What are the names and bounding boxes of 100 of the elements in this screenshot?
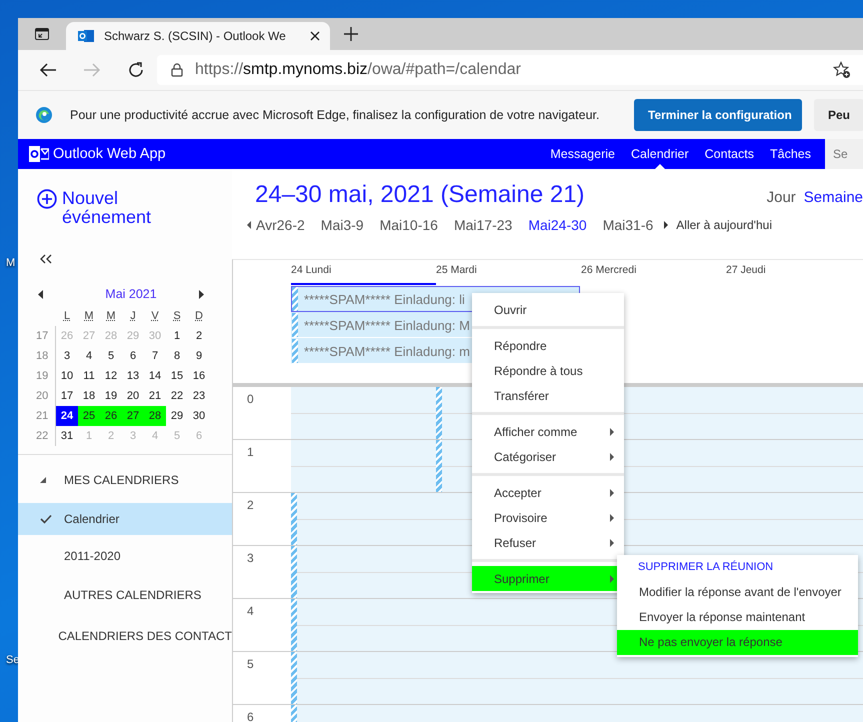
infobar-message: Pour une productivité accrue avec Microsoft Edge, finalisez la configuration de votre navigateur. xyxy=(70,108,600,122)
day-header[interactable]: 27 Jeudi xyxy=(726,260,863,285)
time-slot[interactable] xyxy=(726,652,863,704)
day-cell[interactable]: 12 xyxy=(100,366,122,386)
calendar-list-item[interactable]: CALENDRIERS DES CONTACT xyxy=(18,618,232,654)
menu-item[interactable]: Transférer xyxy=(472,383,624,408)
menu-item[interactable]: Afficher comme xyxy=(472,419,624,444)
day-cell[interactable]: 26 xyxy=(100,406,122,426)
day-cell[interactable]: 22 xyxy=(166,386,188,406)
day-cell[interactable]: 18 xyxy=(78,386,100,406)
day-cell[interactable]: 13 xyxy=(122,366,144,386)
menu-item[interactable]: Refuser xyxy=(472,530,624,555)
mail-app-icon xyxy=(78,28,94,44)
new-tab-icon[interactable] xyxy=(344,27,358,41)
infobar-button[interactable]: Peu xyxy=(814,99,863,131)
calendar-list-item[interactable]: AUTRES CALENDRIERS xyxy=(18,577,232,613)
day-cell[interactable]: 19 xyxy=(100,386,122,406)
day-cell[interactable]: 11 xyxy=(78,366,100,386)
weekday-label: D xyxy=(194,309,204,324)
day-cell[interactable]: 10 xyxy=(56,366,78,386)
day-cell[interactable]: 24 xyxy=(56,406,78,426)
address-field[interactable]: https://smtp.mynoms.biz/owa/#path=/calendar xyxy=(157,55,863,85)
day-cell[interactable]: 17 xyxy=(56,386,78,406)
nav-link[interactable]: Tâches xyxy=(770,139,811,169)
new-event-link[interactable]: Nouvel événement xyxy=(62,189,172,227)
day-cell[interactable]: 28 xyxy=(144,406,166,426)
view-tab[interactable]: Semaine xyxy=(804,189,863,206)
infobar-button[interactable]: Terminer la configuration xyxy=(634,99,802,131)
close-icon[interactable] xyxy=(310,31,320,41)
nav-link[interactable]: Contacts xyxy=(704,139,754,169)
browser-logo-icon xyxy=(35,106,53,124)
time-slot[interactable] xyxy=(726,493,863,545)
menu-item[interactable]: Catégoriser xyxy=(472,444,624,469)
weekday-label: J xyxy=(129,309,137,324)
previous-week-icon[interactable] xyxy=(247,221,251,229)
time-slot[interactable] xyxy=(726,387,863,439)
week-link[interactable]: Mai24-30 xyxy=(528,217,587,233)
day-cell[interactable]: 31 xyxy=(56,426,78,446)
week-link[interactable]: Avr26-2 xyxy=(256,217,305,233)
day-cell[interactable]: 27 xyxy=(122,406,144,426)
previous-month-icon[interactable] xyxy=(38,290,43,298)
favorite-star-icon[interactable] xyxy=(833,61,851,79)
menu-item[interactable]: Ne pas envoyer la réponse xyxy=(617,630,858,655)
weekday-label: V xyxy=(150,309,160,324)
next-month-icon[interactable] xyxy=(199,290,204,298)
day-cell[interactable]: 1 xyxy=(166,326,188,346)
view-tab[interactable]: Jour xyxy=(766,189,796,206)
menu-item[interactable]: Envoyer la réponse maintenant xyxy=(617,605,858,630)
time-slot[interactable] xyxy=(291,546,436,598)
calendar-list-item[interactable]: Calendrier xyxy=(18,503,232,535)
day-cell[interactable]: 2 xyxy=(188,326,210,346)
day-header[interactable]: 25 Mardi xyxy=(436,260,581,285)
time-slot[interactable] xyxy=(291,440,436,492)
day-cell[interactable]: 23 xyxy=(188,386,210,406)
day-cell[interactable]: 4 xyxy=(78,346,100,366)
desktop-icon-label[interactable]: Se xyxy=(6,654,20,666)
day-cell[interactable]: 16 xyxy=(188,366,210,386)
week-link[interactable]: Mai3-9 xyxy=(320,217,364,233)
today-link[interactable]: Aller à aujourd'hui xyxy=(676,218,772,232)
collapse-icon[interactable] xyxy=(40,254,52,264)
day-cell[interactable]: 7 xyxy=(144,346,166,366)
nav-link[interactable]: Calendrier xyxy=(630,139,689,169)
search-field[interactable]: Se xyxy=(825,139,863,169)
time-slot[interactable] xyxy=(291,652,436,704)
desktop-icon-label[interactable]: M xyxy=(6,257,16,269)
nav-link[interactable]: Messagerie xyxy=(550,139,615,169)
week-link[interactable]: Mai31-6 xyxy=(602,217,654,233)
time-slot[interactable] xyxy=(291,599,436,651)
day-header[interactable]: 26 Mercredi xyxy=(581,260,726,285)
submenu-heading: SUPPRIMER LA RÉUNION xyxy=(637,560,774,575)
day-cell[interactable]: 6 xyxy=(122,346,144,366)
week-number: 18 xyxy=(36,346,56,366)
week-link[interactable]: Mai10-16 xyxy=(380,217,438,233)
day-cell[interactable]: 9 xyxy=(188,346,210,366)
expanded-triangle-icon[interactable] xyxy=(40,477,46,483)
weekday-label: M xyxy=(105,309,117,324)
day-cell[interactable]: 29 xyxy=(166,406,188,426)
week-title: 24–30 mai, 2021 (Semaine 21) xyxy=(255,181,585,209)
tab-actions-icon[interactable] xyxy=(34,26,50,42)
day-cell[interactable]: 8 xyxy=(166,346,188,366)
day-cell[interactable]: 3 xyxy=(56,346,78,366)
time-slot[interactable] xyxy=(291,387,436,439)
day-cell[interactable]: 15 xyxy=(166,366,188,386)
menu-item[interactable]: Accepter xyxy=(472,480,624,505)
add-icon[interactable] xyxy=(37,189,57,209)
day-cell[interactable]: 14 xyxy=(144,366,166,386)
day-cell[interactable]: 25 xyxy=(78,406,100,426)
day-cell[interactable]: 21 xyxy=(144,386,166,406)
browser-tab[interactable]: Schwarz S. (SCSIN) - Outlook We xyxy=(66,22,330,50)
menu-item[interactable]: Provisoire xyxy=(472,505,624,530)
next-week-icon[interactable] xyxy=(664,221,668,229)
lock-icon xyxy=(171,63,183,77)
week-link[interactable]: Mai17-23 xyxy=(454,217,512,233)
time-slot[interactable] xyxy=(726,440,863,492)
day-cell[interactable]: 20 xyxy=(122,386,144,406)
time-slot[interactable] xyxy=(291,493,436,545)
day-cell[interactable]: 30 xyxy=(188,406,210,426)
day-cell[interactable]: 5 xyxy=(100,346,122,366)
calendar-list-item[interactable]: MES CALENDRIERS xyxy=(18,462,232,498)
calendar-list-item[interactable]: 2011-2020 xyxy=(18,540,232,572)
